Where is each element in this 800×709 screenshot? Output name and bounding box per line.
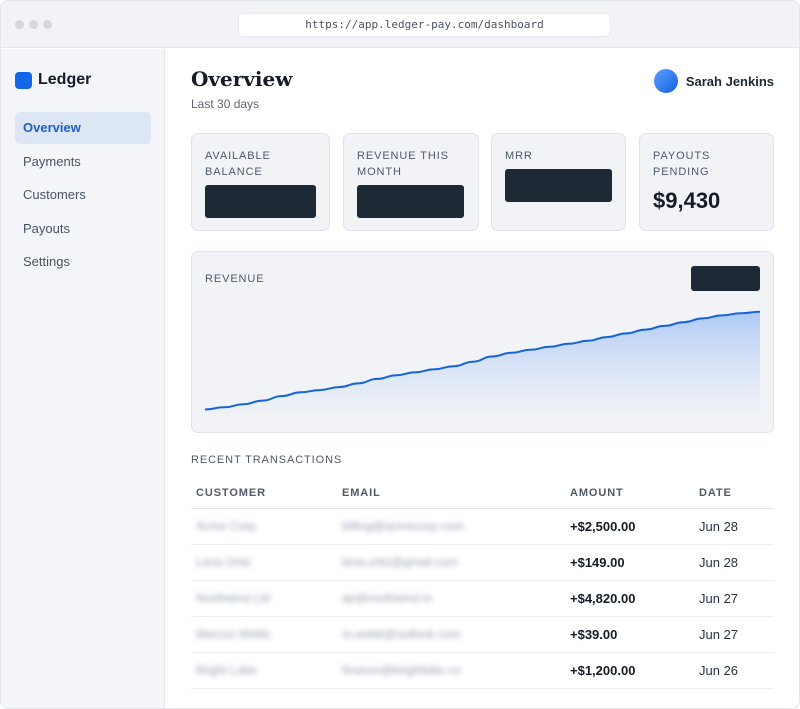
redacted-value [205,185,316,218]
user-menu[interactable]: Sarah Jenkins [653,69,774,93]
column-header-customer[interactable]: CUSTOMER [196,487,266,499]
table-row[interactable]: Acme Corp billing@acmecorp.com +$2,500.0… [191,509,774,545]
cell-email: ap@northwind.io [342,591,433,605]
cell-amount: +$149.00 [570,555,625,570]
brand[interactable]: Ledger [15,71,91,89]
card-available-balance: AVAILABLE BALANCE [191,133,330,231]
brand-logo-icon [15,71,32,89]
cell-email: lena.ortiz@gmail.com [342,555,458,569]
browser-titlebar: https://app.ledger-pay.com/dashboard [1,1,799,48]
user-name: Sarah Jenkins [685,73,774,89]
card-mrr: MRR [491,133,626,231]
window-maximize-dot[interactable] [43,20,52,29]
cell-date: Jun 28 [699,555,739,570]
card-revenue-this-month: REVENUE THIS MONTH [343,133,479,231]
address-bar[interactable]: https://app.ledger-pay.com/dashboard [238,13,611,37]
table-row[interactable]: Bright Labs finance@brightlabs.co +$1,20… [191,653,774,689]
cell-email: finance@brightlabs.co [342,663,461,677]
cell-customer: Marcus Webb [196,627,270,641]
window-close-dot[interactable] [15,20,24,29]
revenue-chart-card: REVENUE [191,251,774,433]
sidebar-item-payments[interactable]: Payments [15,146,151,178]
cell-amount: +$39.00 [570,627,618,642]
main-content: Overview Last 30 days Sarah Jenkins AVAI… [166,49,799,708]
column-header-email[interactable]: EMAIL [342,487,381,499]
transactions-table: CUSTOMER EMAIL AMOUNT DATE Acme Corp bil… [191,481,774,689]
card-label: MRR [505,150,533,162]
cell-customer: Lena Ortiz [196,555,252,569]
sidebar-nav: Overview Payments Customers Payouts Sett… [15,112,151,280]
table-row[interactable]: Marcus Webb m.webb@outlook.com +$39.00 J… [191,617,774,653]
sidebar: Ledger Overview Payments Customers Payou… [1,49,165,708]
cell-email: m.webb@outlook.com [342,627,461,641]
brand-name: Ledger [38,71,92,88]
column-header-amount[interactable]: AMOUNT [570,487,624,499]
cell-date: Jun 27 [699,591,739,606]
table-row[interactable]: Lena Ortiz lena.ortiz@gmail.com +$149.00… [191,545,774,581]
cell-date: Jun 28 [699,519,739,534]
card-value: $9,430 [653,188,721,213]
card-label: REVENUE THIS MONTH [357,150,449,178]
browser-window: https://app.ledger-pay.com/dashboard Led… [0,0,800,709]
section-title: RECENT TRANSACTIONS [191,454,343,466]
card-payouts-pending: PAYOUTS PENDING $9,430 [639,133,774,231]
sidebar-item-settings[interactable]: Settings [15,246,151,278]
redacted-value [505,169,612,202]
page-title: Overview [191,67,293,91]
cell-customer: Bright Labs [196,663,257,677]
avatar [653,69,678,93]
cell-date: Jun 26 [699,663,739,678]
cell-date: Jun 27 [699,627,739,642]
column-header-date[interactable]: DATE [699,487,732,499]
sidebar-item-overview[interactable]: Overview [15,112,151,144]
cell-amount: +$4,820.00 [570,591,636,606]
table-row[interactable]: Northwind Ltd ap@northwind.io +$4,820.00… [191,581,774,617]
revenue-chart [204,310,761,414]
sidebar-item-payouts[interactable]: Payouts [15,213,151,245]
chart-label: REVENUE [205,273,265,285]
cell-amount: +$2,500.00 [570,519,636,534]
card-label: PAYOUTS PENDING [653,150,711,178]
cell-amount: +$1,200.00 [570,663,636,678]
cell-customer: Northwind Ltd [196,591,271,605]
cell-customer: Acme Corp [196,519,257,533]
redacted-value [357,185,464,218]
page-subtitle: Last 30 days [191,97,260,111]
sidebar-item-customers[interactable]: Customers [15,179,151,211]
card-label: AVAILABLE BALANCE [205,150,271,178]
chart-area-fill [205,311,760,414]
window-minimize-dot[interactable] [29,20,38,29]
redacted-chart-value [691,266,760,291]
table-header: CUSTOMER EMAIL AMOUNT DATE [191,481,774,509]
cell-email: billing@acmecorp.com [342,519,464,533]
